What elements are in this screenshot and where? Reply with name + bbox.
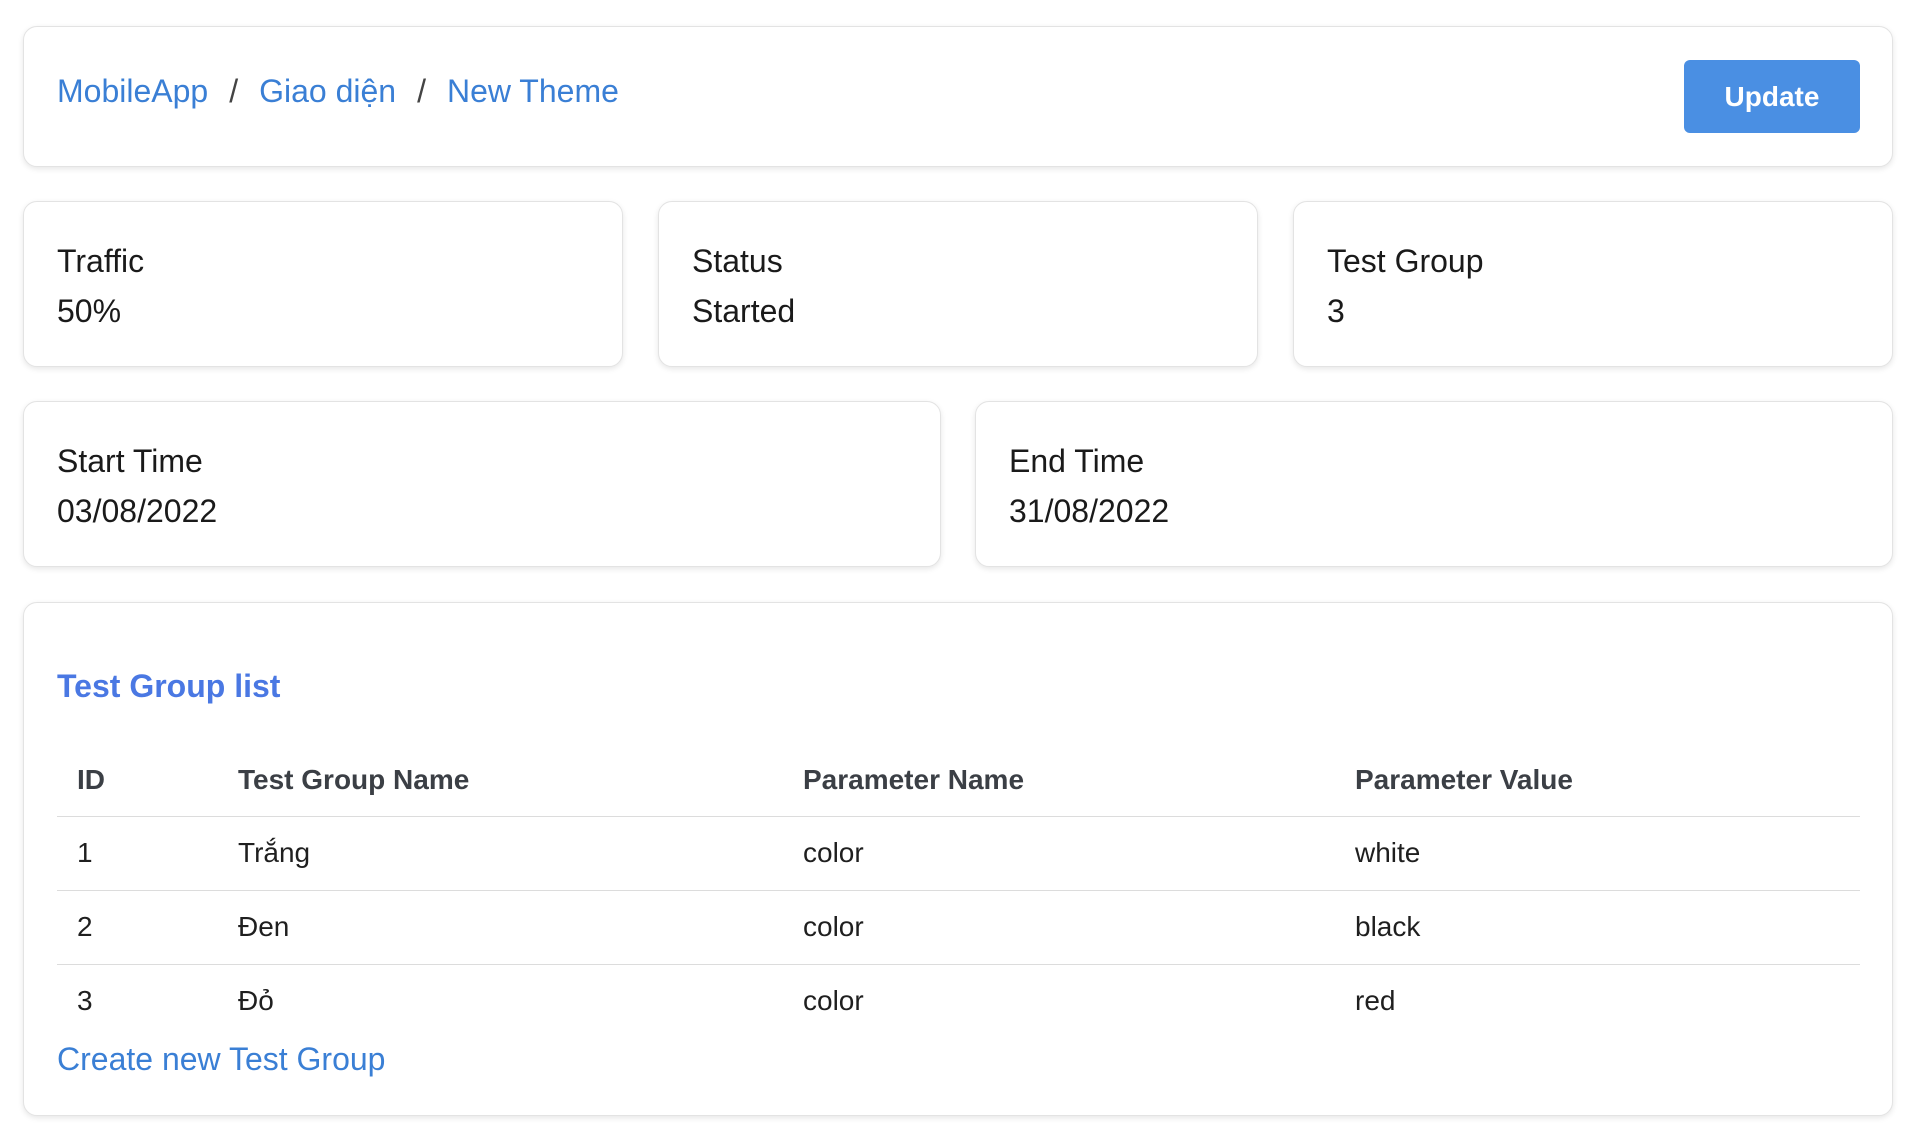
test-group-card: Test Group 3 xyxy=(1293,201,1893,367)
end-time-card: End Time 31/08/2022 xyxy=(975,401,1893,567)
breadcrumb-item-giao-dien[interactable]: Giao diện xyxy=(259,75,396,107)
cell-parameter-name: color xyxy=(803,985,864,1017)
traffic-card: Traffic 50% xyxy=(23,201,623,367)
header-card: MobileApp / Giao diện / New Theme Update xyxy=(23,26,1893,167)
table-row: 3 Đỏ color red xyxy=(57,964,1860,1038)
column-header-id: ID xyxy=(57,744,218,817)
test-group-value: 3 xyxy=(1327,293,1345,329)
cell-id: 1 xyxy=(57,816,218,891)
cell-parameter-value: red xyxy=(1355,985,1396,1017)
breadcrumb-item-mobileapp[interactable]: MobileApp xyxy=(57,75,208,107)
cell-parameter-name: color xyxy=(783,890,1335,965)
end-time-value: 31/08/2022 xyxy=(1009,493,1170,529)
cell-id: 2 xyxy=(57,890,218,965)
cell-parameter-value: white xyxy=(1335,816,1860,891)
start-time-value: 03/08/2022 xyxy=(57,493,218,529)
table-row: 2 Đen color black xyxy=(57,890,1860,965)
test-group-label: Test Group xyxy=(1327,243,1484,279)
cell-id: 3 xyxy=(77,985,93,1017)
page: MobileApp / Giao diện / New Theme Update… xyxy=(0,0,1916,1134)
start-time-card: Start Time 03/08/2022 xyxy=(23,401,941,567)
breadcrumb-separator: / xyxy=(229,73,239,109)
cell-test-group-name: Đen xyxy=(218,890,783,965)
status-value: Started xyxy=(692,293,796,329)
create-test-group-link[interactable]: Create new Test Group xyxy=(57,1043,385,1075)
cell-test-group-name: Đỏ xyxy=(238,985,274,1017)
cell-parameter-value: black xyxy=(1335,890,1860,965)
end-time-label: End Time xyxy=(1009,443,1145,479)
cell-parameter-name: color xyxy=(783,816,1335,891)
cell-test-group-name: Trắng xyxy=(218,816,783,891)
breadcrumb-item-new-theme[interactable]: New Theme xyxy=(447,75,619,107)
traffic-value: 50% xyxy=(57,293,122,329)
status-label: Status xyxy=(692,243,783,279)
status-card: Status Started xyxy=(658,201,1258,367)
section-title: Test Group list xyxy=(57,668,281,704)
test-group-table: ID Test Group Name Parameter Name Parame… xyxy=(57,744,1860,1038)
column-header-parameter-value: Parameter Value xyxy=(1335,744,1860,817)
traffic-label: Traffic xyxy=(57,243,145,279)
test-group-list-card: Test Group list ID Test Group Name Param… xyxy=(23,602,1893,1116)
table-header-row: ID Test Group Name Parameter Name Parame… xyxy=(57,744,1860,817)
column-header-parameter-name: Parameter Name xyxy=(783,744,1335,817)
breadcrumb: MobileApp / Giao diện / New Theme xyxy=(57,75,619,107)
column-header-test-group-name: Test Group Name xyxy=(218,744,783,817)
breadcrumb-separator: / xyxy=(417,73,426,109)
start-time-label: Start Time xyxy=(57,443,203,479)
table-row: 1 Trắng color white xyxy=(57,816,1860,891)
update-button[interactable]: Update xyxy=(1684,60,1860,133)
